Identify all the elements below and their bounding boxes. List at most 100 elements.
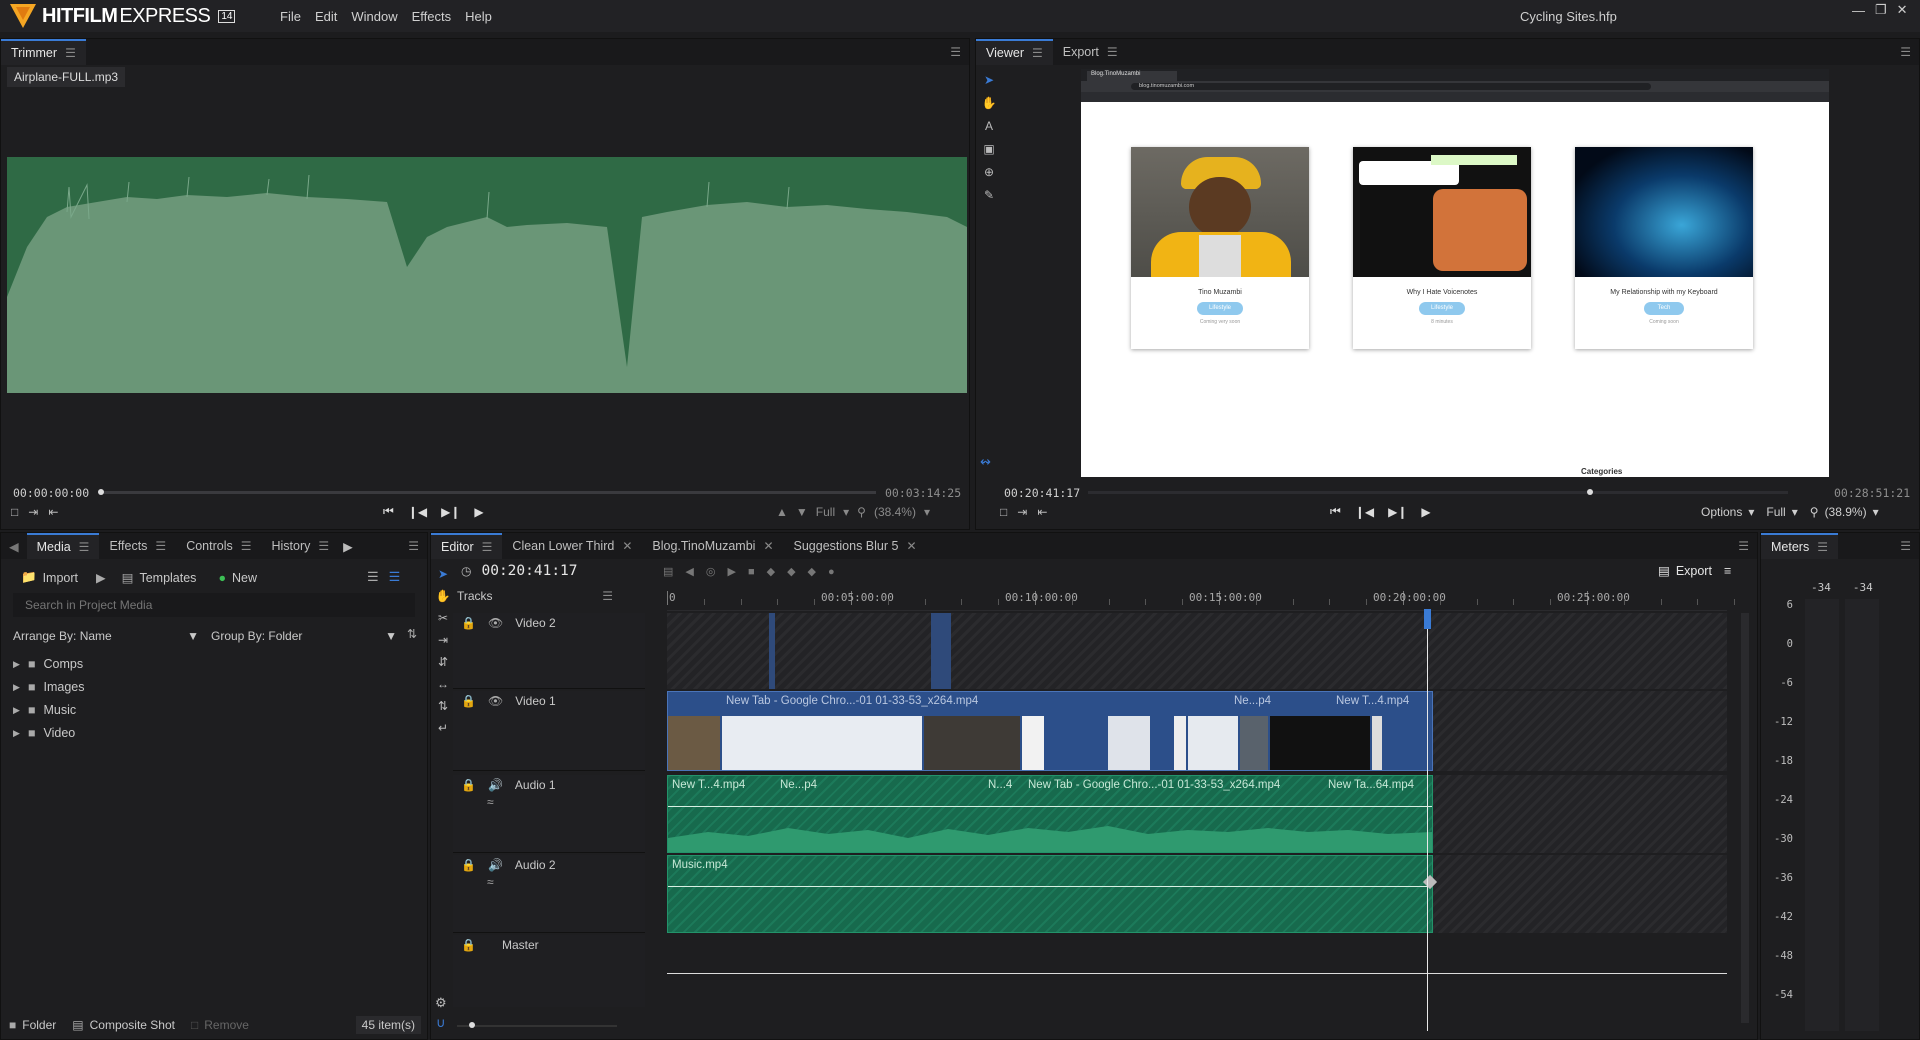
video-2-lane[interactable] [667, 613, 1727, 689]
chevron-down-icon[interactable]: ▾ [843, 505, 849, 519]
eye-icon[interactable]: 👁 [488, 694, 503, 708]
timeline-area[interactable]: New Tab - Google Chro...-01 01-33-53_x26… [667, 613, 1727, 974]
video-clip-new-tab[interactable]: New Tab - Google Chro...-01 01-33-53_x26… [667, 691, 1433, 771]
lock-icon[interactable]: 🔒 [461, 938, 476, 952]
viewer-canvas[interactable]: Blog.TinoMuzambi blog.tinomuzambi.com Ti… [1081, 69, 1829, 477]
video-clip[interactable] [769, 613, 775, 689]
pen-tool-icon[interactable]: ✎ [980, 184, 998, 207]
chevron-down-icon[interactable]: ▾ [1792, 505, 1798, 519]
volume-line[interactable] [668, 886, 1432, 887]
audio-keyframe-icon[interactable]: ≈ [453, 795, 645, 809]
trimmer-quality-select[interactable]: Full [816, 505, 835, 519]
expand-icon[interactable]: ▶ [13, 676, 20, 699]
record-icon[interactable]: ● [828, 566, 835, 578]
group-by-select[interactable]: Group By: Folder ▼ [211, 629, 397, 643]
go-to-start-icon[interactable]: ⏮ [1330, 504, 1341, 519]
diamond-icon[interactable]: ◆ [787, 565, 795, 578]
expand-icon[interactable]: ▶ [13, 699, 20, 722]
detail-view-icon[interactable]: ☰ [389, 569, 401, 585]
select-tool-icon[interactable]: ➤ [980, 69, 998, 92]
lock-icon[interactable]: 🔒 [461, 694, 476, 708]
panel-menu-icon[interactable]: ☰ [1032, 46, 1043, 60]
viewer-scrubber[interactable] [1088, 489, 1788, 495]
tracks-menu-icon[interactable]: ☰ [602, 589, 613, 603]
menu-help[interactable]: Help [465, 9, 492, 24]
add-track-icon[interactable]: ▤ [663, 565, 673, 578]
crop-tool-icon[interactable]: ▣ [980, 138, 998, 161]
speaker-icon[interactable]: 🔊 [488, 858, 503, 872]
set-in-icon[interactable]: □ [1000, 505, 1007, 519]
restore-icon[interactable]: ❐ [1875, 2, 1887, 18]
close-icon[interactable]: ✕ [1897, 2, 1908, 18]
anchor-tool-icon[interactable]: ⊕ [980, 161, 998, 184]
close-tab-icon[interactable]: ✕ [763, 539, 773, 553]
diamond-icon[interactable]: ◆ [808, 565, 816, 578]
select-tool-icon[interactable]: ➤ [435, 563, 451, 585]
timeline-ruler[interactable]: 0 00:05:00:00 00:10:00:00 00:15:00:00 00:20:… [667, 585, 1736, 611]
viewer-options-button[interactable]: Options [1701, 505, 1742, 519]
list-view-icon[interactable]: ☰ [367, 569, 379, 585]
timeline-playhead[interactable] [1424, 609, 1432, 1031]
templates-button[interactable]: Templates [139, 571, 196, 585]
viewer-playhead-handle[interactable] [1587, 489, 1593, 495]
folder-item-music[interactable]: ▶ ■ Music [13, 699, 84, 722]
composite-shot-button[interactable]: Composite Shot [90, 1018, 175, 1032]
panel-menu-icon[interactable]: ☰ [482, 540, 493, 554]
import-arrow-icon[interactable]: ▶ [96, 570, 106, 585]
overlay-icon[interactable]: ⇤ [1037, 505, 1047, 519]
tab-suggestions-blur[interactable]: Suggestions Blur 5 ✕ [784, 533, 927, 559]
hand-tool-icon[interactable]: ✋ [435, 585, 451, 607]
folder-item-comps[interactable]: ▶ ■ Comps [13, 653, 84, 676]
tab-editor[interactable]: Editor ☰ [431, 533, 503, 559]
export-queue-icon[interactable]: ≡ [1724, 564, 1731, 578]
set-in-icon[interactable]: □ [11, 505, 18, 519]
panel-menu-icon[interactable]: ☰ [1107, 45, 1118, 59]
audio-waveform[interactable] [7, 157, 967, 393]
tab-history[interactable]: History ☰ [262, 533, 340, 559]
zoom-slider-handle[interactable] [469, 1022, 475, 1028]
new-folder-button[interactable]: Folder [22, 1018, 56, 1032]
minimize-icon[interactable]: — [1852, 3, 1865, 18]
snap-icon[interactable]: ∪ [436, 1015, 446, 1031]
audio-clip[interactable]: New T...4.mp4 Ne...p4 N...4 New Tab - Go… [667, 775, 1433, 853]
insert-icon[interactable]: ⇥ [1017, 505, 1027, 519]
step-back-icon[interactable]: ❙◀ [1355, 505, 1374, 519]
step-forward-icon[interactable]: ▶❙ [441, 505, 460, 519]
import-button[interactable]: Import [43, 571, 78, 585]
panel-menu-icon[interactable]: ☰ [79, 540, 90, 554]
razor-tool-icon[interactable]: ✂ [435, 607, 451, 629]
menu-file[interactable]: File [280, 9, 301, 24]
trimmer-zoom-value[interactable]: (38.4%) [874, 505, 916, 519]
tab-scroll-left-icon[interactable]: ◀ [1, 539, 27, 554]
next-keyframe-icon[interactable]: ▶ [727, 565, 735, 578]
master-volume-line[interactable] [667, 973, 1727, 974]
panel-options-icon[interactable]: ☰ [1900, 45, 1911, 59]
expand-icon[interactable]: ▶ [13, 722, 20, 745]
tab-clean-lower-third[interactable]: Clean Lower Third ✕ [502, 533, 642, 559]
export-frame-icon[interactable]: ▼ [796, 505, 808, 519]
folder-item-video[interactable]: ▶ ■ Video [13, 722, 84, 745]
panel-menu-icon[interactable]: ☰ [1817, 540, 1828, 554]
settings-icon[interactable]: ⚙ [435, 995, 447, 1011]
audio-1-lane[interactable]: New T...4.mp4 Ne...p4 N...4 New Tab - Go… [667, 775, 1727, 853]
lock-icon[interactable]: 🔒 [461, 778, 476, 792]
video-clip[interactable] [931, 613, 951, 689]
panel-options-icon[interactable]: ☰ [1738, 539, 1749, 553]
step-forward-icon[interactable]: ▶❙ [1388, 505, 1407, 519]
insert-icon[interactable]: ⇥ [28, 505, 38, 519]
viewer-quality-select[interactable]: Full [1766, 505, 1785, 519]
sort-icon[interactable]: ⇅ [407, 627, 417, 641]
audio-clip-music[interactable]: Music.mp4 [667, 855, 1433, 933]
tab-controls[interactable]: Controls ☰ [176, 533, 261, 559]
tab-trimmer[interactable]: Trimmer ☰ [1, 39, 86, 65]
menu-window[interactable]: Window [351, 9, 397, 24]
tab-media[interactable]: Media ☰ [26, 533, 100, 559]
slip-tool-icon[interactable]: ⇥ [435, 629, 451, 651]
text-tool-icon[interactable]: A [980, 115, 998, 138]
panel-menu-icon[interactable]: ☰ [155, 539, 166, 553]
panel-options-icon[interactable]: ☰ [950, 45, 961, 59]
volume-line[interactable] [668, 806, 1432, 807]
panel-options-icon[interactable]: ☰ [408, 539, 419, 553]
stop-icon[interactable]: ■ [748, 566, 755, 578]
ripple-tool-icon[interactable]: ↔ [435, 673, 451, 695]
